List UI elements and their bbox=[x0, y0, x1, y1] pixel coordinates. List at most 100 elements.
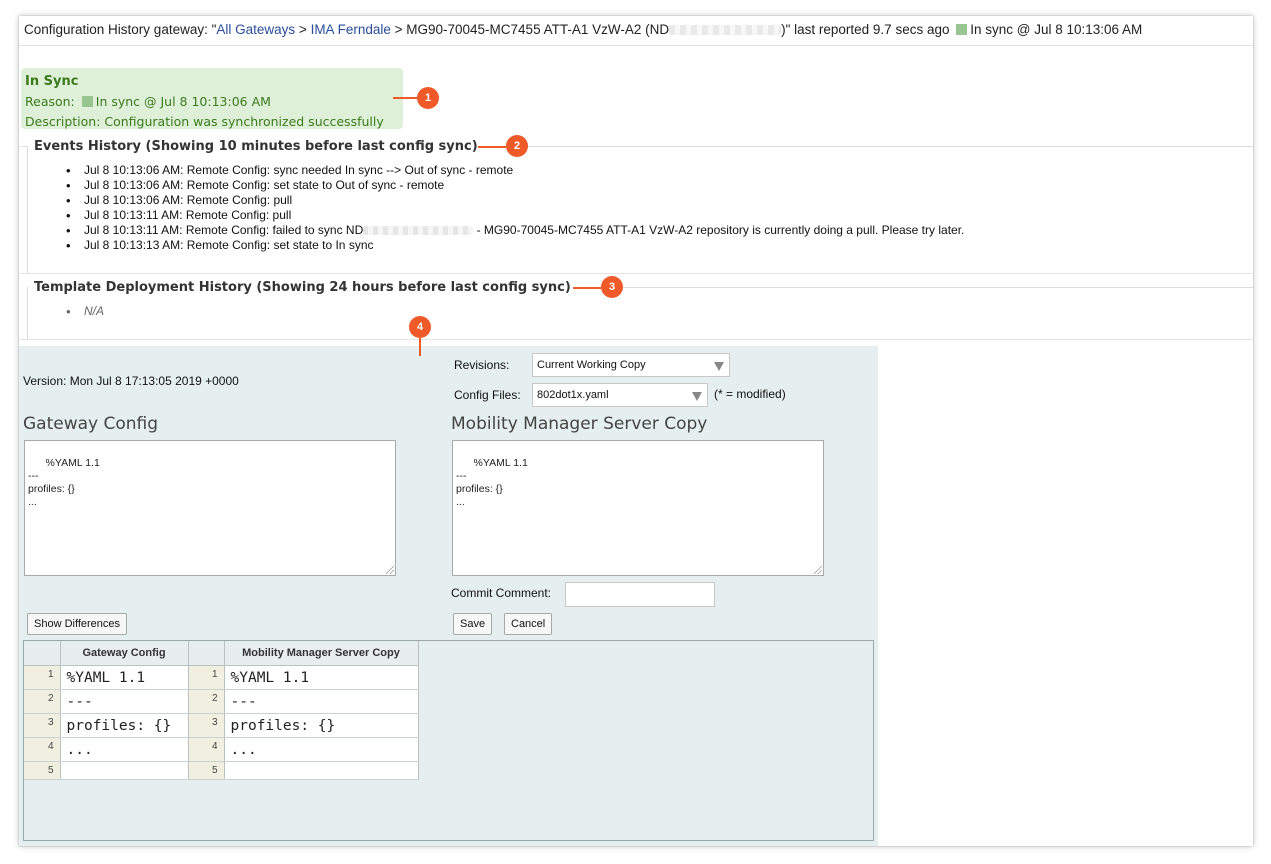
diff-left-line bbox=[60, 761, 189, 780]
modified-note: (* = modified) bbox=[714, 387, 786, 401]
gateway-config-textarea[interactable]: %YAML 1.1 --- profiles: {} ... bbox=[24, 440, 396, 576]
line-number: 5 bbox=[24, 761, 61, 780]
line-number: 2 bbox=[24, 689, 61, 714]
line-number: 3 bbox=[188, 713, 225, 738]
diff-left-line: --- bbox=[60, 689, 189, 714]
header-status: In sync @ Jul 8 10:13:06 AM bbox=[970, 22, 1143, 37]
section-divider bbox=[19, 339, 1253, 340]
chevron-down-icon bbox=[692, 392, 702, 401]
breadcrumb-link-all-gateways[interactable]: All Gateways bbox=[216, 22, 295, 37]
sync-title: In Sync bbox=[25, 74, 79, 89]
config-files-selected-value: 802dot1x.yaml bbox=[537, 389, 609, 401]
server-copy-textarea[interactable]: %YAML 1.1 --- profiles: {} ... bbox=[452, 440, 824, 576]
line-number: 4 bbox=[24, 737, 61, 762]
sync-status-box: In Sync Reason: In sync @ Jul 8 10:13:06… bbox=[21, 68, 403, 129]
cancel-button[interactable]: Cancel bbox=[504, 613, 553, 635]
list-item: Jul 8 10:13:06 AM: Remote Config: pull bbox=[66, 193, 964, 208]
table-row: 1 %YAML 1.1 1 %YAML 1.1 bbox=[24, 665, 419, 690]
revisions-select[interactable]: Current Working Copy bbox=[532, 353, 730, 377]
server-copy-text: %YAML 1.1 --- profiles: {} ... bbox=[456, 457, 528, 508]
diff-left-header: Gateway Config bbox=[60, 641, 189, 666]
list-item: Jul 8 10:13:06 AM: Remote Config: set st… bbox=[66, 178, 964, 193]
table-row: 4 ... 4 ... bbox=[24, 737, 419, 762]
callout-line bbox=[393, 97, 417, 99]
template-section: Template Deployment History (Showing 24 … bbox=[27, 280, 1253, 339]
status-square-icon bbox=[956, 24, 968, 35]
resize-grip-icon[interactable] bbox=[814, 566, 822, 574]
line-number: 4 bbox=[188, 737, 225, 762]
list-item: Jul 8 10:13:06 AM: Remote Config: sync n… bbox=[66, 163, 964, 178]
template-list: N/A bbox=[66, 304, 104, 319]
config-editor-panel: Version: Mon Jul 8 17:13:05 2019 +0000 R… bbox=[19, 346, 878, 846]
commit-comment-input[interactable] bbox=[565, 582, 715, 607]
resize-grip-icon[interactable] bbox=[386, 566, 394, 574]
line-number-header bbox=[188, 641, 225, 666]
breadcrumb-device: MG90-70045-MC7455 ATT-A1 VzW-A2 (ND bbox=[406, 22, 670, 37]
save-button[interactable]: Save bbox=[453, 613, 493, 635]
breadcrumb-separator: > bbox=[295, 22, 311, 37]
sync-reason-value: In sync @ Jul 8 10:13:06 AM bbox=[95, 94, 271, 109]
callout-badge-2: 2 bbox=[506, 135, 528, 157]
diff-right-header: Mobility Manager Server Copy bbox=[224, 641, 419, 666]
callout-badge-4: 4 bbox=[409, 316, 431, 338]
revisions-selected-value: Current Working Copy bbox=[537, 359, 646, 371]
table-row: 3 profiles: {} 3 profiles: {} bbox=[24, 713, 419, 738]
list-item: Jul 8 10:13:11 AM: Remote Config: pull bbox=[66, 208, 964, 223]
sync-description: Description: Configuration was synchroni… bbox=[25, 114, 384, 129]
table-row: 2 --- 2 --- bbox=[24, 689, 419, 714]
version-label: Version: Mon Jul 8 17:13:05 2019 +0000 bbox=[23, 374, 239, 388]
diff-left-line: profiles: {} bbox=[60, 713, 189, 738]
line-number: 1 bbox=[24, 665, 61, 690]
server-copy-title: Mobility Manager Server Copy bbox=[451, 414, 708, 434]
diff-table: Gateway Config Mobility Manager Server C… bbox=[24, 641, 419, 780]
template-title: Template Deployment History (Showing 24 … bbox=[28, 280, 575, 295]
line-number: 2 bbox=[188, 689, 225, 714]
status-square-icon bbox=[81, 96, 93, 107]
callout-line bbox=[478, 146, 506, 148]
diff-left-line: ... bbox=[60, 737, 189, 762]
events-title: Events History (Showing 10 minutes befor… bbox=[28, 139, 482, 154]
event-failed-suffix: - MG90-70045-MC7455 ATT-A1 VzW-A2 reposi… bbox=[473, 223, 965, 237]
revisions-label: Revisions: bbox=[454, 358, 510, 372]
sync-reason-label: Reason: bbox=[25, 94, 75, 109]
section-divider bbox=[19, 273, 1253, 274]
callout-line bbox=[419, 338, 421, 356]
breadcrumb-suffix: )" last reported 9.7 secs ago bbox=[781, 22, 950, 37]
event-failed-prefix: Jul 8 10:13:11 AM: Remote Config: failed… bbox=[84, 223, 364, 237]
diff-left-line: %YAML 1.1 bbox=[60, 665, 189, 690]
redacted-serial bbox=[363, 226, 474, 236]
config-files-label: Config Files: bbox=[454, 388, 521, 402]
gateway-config-title: Gateway Config bbox=[23, 414, 159, 434]
show-differences-button[interactable]: Show Differences bbox=[27, 613, 128, 635]
line-number-header bbox=[24, 641, 61, 666]
table-row: 5 5 bbox=[24, 761, 419, 780]
diff-viewer: Gateway Config Mobility Manager Server C… bbox=[23, 640, 874, 841]
callout-badge-3: 3 bbox=[601, 276, 623, 298]
diff-right-line: --- bbox=[224, 689, 419, 714]
redacted-serial bbox=[669, 25, 782, 36]
breadcrumb: Configuration History gateway: "All Gate… bbox=[19, 16, 1253, 46]
list-item: Jul 8 10:13:13 AM: Remote Config: set st… bbox=[66, 238, 964, 253]
callout-line bbox=[573, 287, 601, 289]
line-number: 3 bbox=[24, 713, 61, 738]
callout-badge-1: 1 bbox=[417, 87, 439, 109]
breadcrumb-prefix: Configuration History gateway: " bbox=[24, 22, 217, 37]
chevron-down-icon bbox=[714, 362, 724, 371]
breadcrumb-separator: > bbox=[390, 22, 407, 37]
line-number: 5 bbox=[188, 761, 225, 780]
list-item: Jul 8 10:13:11 AM: Remote Config: failed… bbox=[66, 223, 964, 238]
sync-reason: Reason: In sync @ Jul 8 10:13:06 AM bbox=[25, 92, 403, 112]
breadcrumb-link-site[interactable]: IMA Ferndale bbox=[311, 22, 391, 37]
diff-right-line: profiles: {} bbox=[224, 713, 419, 738]
gateway-config-text: %YAML 1.1 --- profiles: {} ... bbox=[28, 457, 100, 508]
list-item: N/A bbox=[66, 304, 104, 319]
diff-right-line bbox=[224, 761, 419, 780]
diff-right-line: ... bbox=[224, 737, 419, 762]
window: Configuration History gateway: "All Gate… bbox=[19, 16, 1253, 846]
config-files-select[interactable]: 802dot1x.yaml bbox=[532, 383, 708, 407]
line-number: 1 bbox=[188, 665, 225, 690]
commit-comment-label: Commit Comment: bbox=[451, 586, 552, 600]
events-list: Jul 8 10:13:06 AM: Remote Config: sync n… bbox=[66, 163, 964, 253]
events-section: Events History (Showing 10 minutes befor… bbox=[27, 139, 1253, 273]
diff-right-line: %YAML 1.1 bbox=[224, 665, 419, 690]
